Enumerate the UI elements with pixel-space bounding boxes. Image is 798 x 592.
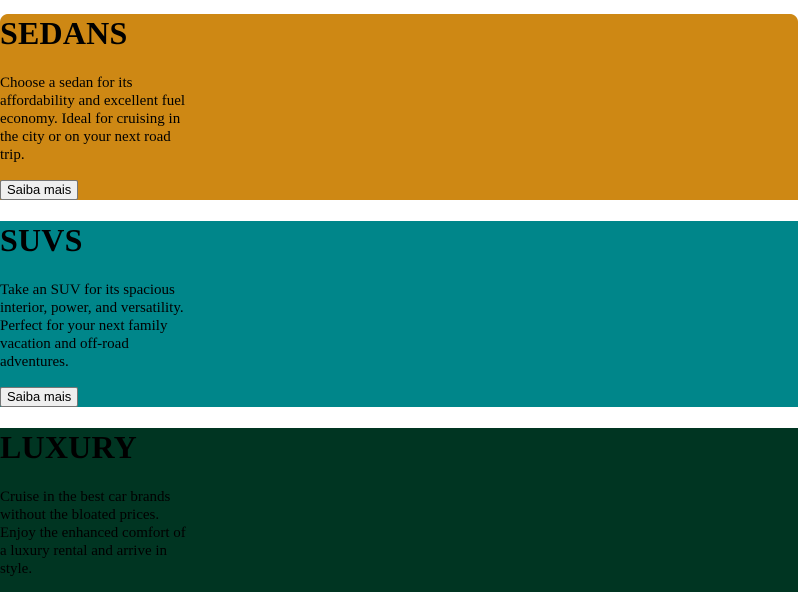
card-title: SUVS (0, 222, 83, 258)
card-suvs: SUVS Take an SUV for its spacious interi… (0, 221, 798, 407)
learn-more-button[interactable]: Saiba mais (0, 387, 79, 407)
card-description: Cruise in the best car brands without th… (0, 489, 186, 577)
card-luxury: LUXURY Cruise in the best car brands wit… (0, 428, 798, 592)
learn-more-button[interactable]: Saiba mais (0, 180, 79, 200)
card-title: SEDANS (0, 15, 128, 51)
card-description: Take an SUV for its spacious interior, p… (0, 282, 184, 370)
page: SEDANS Choose a sedan for its affordabil… (0, 0, 798, 592)
card-sedans: SEDANS Choose a sedan for its affordabil… (0, 14, 798, 200)
card-title: LUXURY (0, 429, 137, 465)
card-description: Choose a sedan for its affordability and… (0, 75, 186, 163)
